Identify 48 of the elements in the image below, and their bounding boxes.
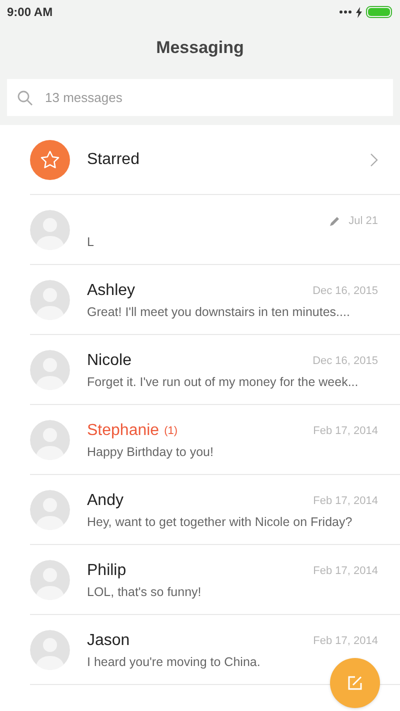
search-icon (17, 90, 33, 106)
contact-name: Andy (87, 491, 124, 511)
charging-icon (356, 6, 362, 18)
message-preview: L (87, 234, 94, 250)
contact-name: Ashley (87, 281, 136, 301)
conversation-row[interactable]: Ashley Dec 16, 2015 Great! I'll meet you downstairs in ten minutes.... (0, 265, 400, 335)
avatar-icon (30, 280, 70, 320)
message-date: Dec 16, 2015 (312, 284, 378, 299)
signal-dots-icon (339, 10, 352, 14)
message-preview: Happy Birthday to you! (87, 444, 214, 460)
battery-icon (366, 6, 393, 18)
message-date: Feb 17, 2014 (313, 634, 378, 649)
avatar-icon (30, 630, 70, 670)
search-field[interactable]: 13 messages (7, 79, 393, 116)
avatar-icon (30, 490, 70, 530)
search-input[interactable]: 13 messages (45, 88, 383, 108)
message-date: Jul 21 (348, 214, 378, 229)
message-preview: Great! I'll meet you downstairs in ten minutes.... (87, 304, 350, 320)
avatar-icon (30, 420, 70, 460)
avatar-icon (30, 350, 70, 390)
message-preview: Forget it. I've run out of my money for the week... (87, 374, 358, 390)
conversation-row[interactable]: Andy Feb 17, 2014 Hey, want to get together with Nicole on Friday? (0, 475, 400, 545)
conversation-row[interactable]: Stephanie (1) Feb 17, 2014 Happy Birthday to you! (0, 405, 400, 475)
message-preview: Hey, want to get together with Nicole on Friday? (87, 514, 352, 530)
contact-name: Nicole (87, 351, 132, 371)
chevron-right-icon (370, 153, 378, 167)
conversation-row[interactable]: Nicole Dec 16, 2015 Forget it. I've run out of my money for the week... (0, 335, 400, 405)
contact-name: Stephanie (87, 421, 160, 441)
avatar-icon (30, 210, 70, 250)
compose-button[interactable] (330, 658, 380, 708)
screen-title: Messaging (156, 37, 244, 60)
message-preview: LOL, that's so funny! (87, 584, 202, 600)
avatar-icon (30, 560, 70, 600)
contact-name: Philip (87, 561, 126, 581)
compose-icon (348, 676, 362, 690)
star-icon (40, 150, 60, 170)
conversation-row[interactable]: Philip Feb 17, 2014 LOL, that's so funny! (0, 545, 400, 615)
message-date: Feb 17, 2014 (313, 494, 378, 509)
unread-count: (1) (164, 424, 178, 439)
conversation-row[interactable]: Jul 21 L (0, 195, 400, 265)
contact-name: Jason (87, 631, 130, 651)
message-date: Feb 17, 2014 (313, 424, 378, 439)
starred-row[interactable]: Starred (0, 125, 400, 195)
status-time: 9:00 AM (7, 4, 53, 21)
starred-label: Starred (87, 150, 140, 170)
message-date: Feb 17, 2014 (313, 564, 378, 579)
message-date: Dec 16, 2015 (312, 354, 378, 369)
message-preview: I heard you're moving to China. (87, 654, 260, 670)
